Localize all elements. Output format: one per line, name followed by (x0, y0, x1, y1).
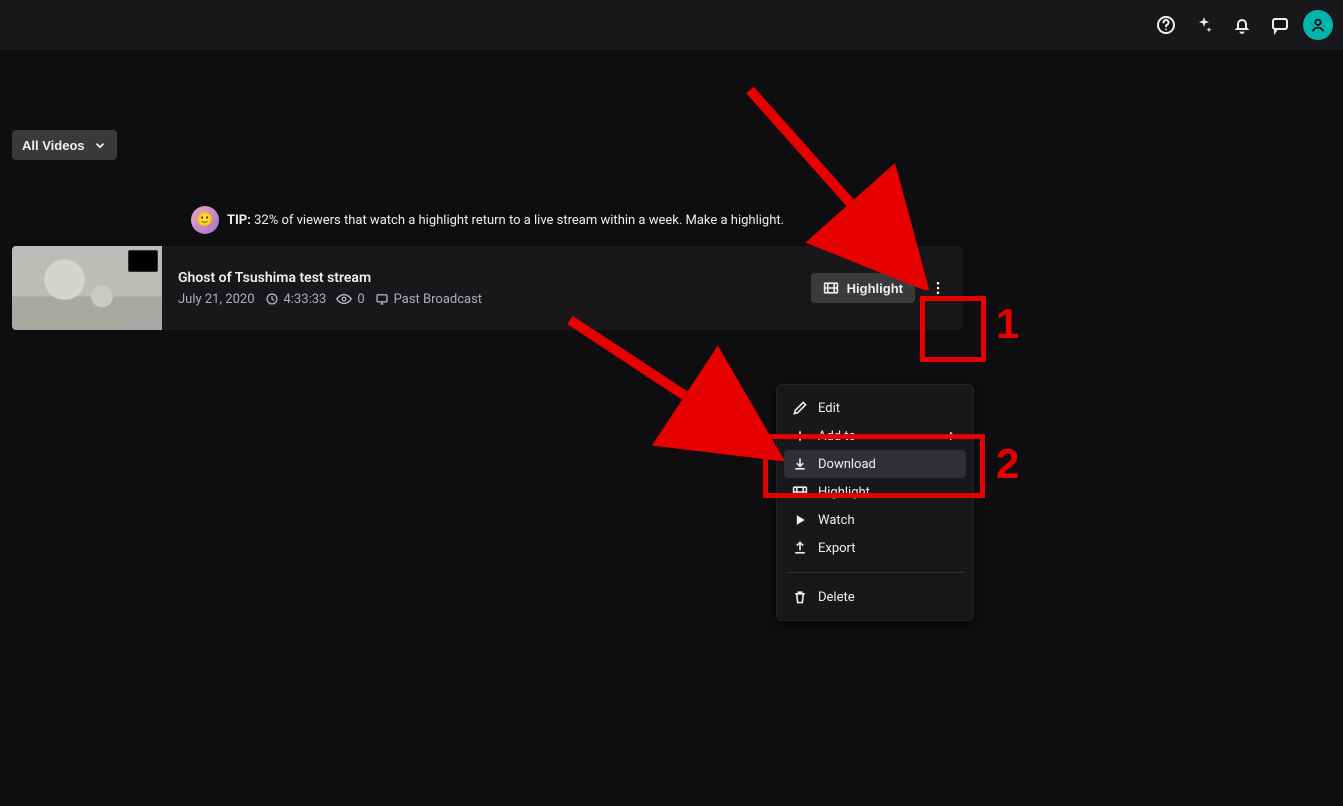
tip-avatar-icon: 🙂 (191, 206, 219, 234)
kebab-icon (930, 280, 946, 296)
video-type: Past Broadcast (394, 292, 482, 307)
chevron-down-icon (93, 138, 107, 152)
sparkle-icon[interactable] (1189, 10, 1219, 40)
menu-item-highlight[interactable]: Highlight (784, 478, 966, 506)
filter-dropdown[interactable]: All Videos (12, 130, 117, 160)
menu-item-label: Export (818, 541, 856, 556)
video-type-seg: Past Broadcast (375, 292, 482, 307)
menu-item-label: Download (818, 457, 876, 472)
chevron-right-icon (946, 430, 958, 442)
play-icon (792, 512, 808, 528)
annotation-label-2: 2 (996, 440, 1019, 488)
tip-body: 32% of viewers that watch a highlight re… (254, 213, 784, 228)
tip-prefix: TIP: (227, 213, 251, 228)
export-icon (792, 540, 808, 556)
plus-icon (792, 428, 808, 444)
annotation-arrow-2 (560, 310, 790, 470)
pencil-icon (792, 400, 808, 416)
broadcast-icon (375, 292, 389, 306)
menu-item-edit[interactable]: Edit (784, 394, 966, 422)
eye-icon (336, 292, 352, 306)
menu-item-label: Highlight (818, 485, 870, 500)
film-icon (823, 280, 839, 296)
profile-avatar[interactable] (1303, 10, 1333, 40)
menu-item-export[interactable]: Export (784, 534, 966, 562)
download-icon (792, 456, 808, 472)
tip-bar: 🙂 TIP: 32% of viewers that watch a highl… (12, 206, 963, 234)
video-meta: July 21, 2020 4:33:33 0 Past Broadcast (178, 292, 795, 307)
trash-icon (792, 589, 808, 605)
filter-label: All Videos (22, 138, 85, 153)
more-options-button[interactable] (923, 273, 953, 303)
menu-item-label: Watch (818, 513, 855, 528)
highlight-button-label: Highlight (847, 281, 903, 296)
top-bar (0, 0, 1343, 50)
annotation-label-1: 1 (996, 300, 1019, 348)
film-icon (792, 484, 808, 500)
tip-text: TIP: 32% of viewers that watch a highlig… (227, 213, 784, 228)
help-icon[interactable] (1151, 10, 1181, 40)
menu-item-label: Edit (818, 401, 840, 416)
menu-item-download[interactable]: Download (784, 450, 966, 478)
menu-item-watch[interactable]: Watch (784, 506, 966, 534)
bell-icon[interactable] (1227, 10, 1257, 40)
video-duration: 4:33:33 (284, 292, 327, 307)
video-views: 0 (357, 292, 364, 307)
menu-separator (786, 572, 964, 573)
menu-item-label: Delete (818, 590, 855, 605)
highlight-button[interactable]: Highlight (811, 273, 915, 303)
video-title: Ghost of Tsushima test stream (178, 270, 795, 286)
menu-item-delete[interactable]: Delete (784, 583, 966, 611)
video-info: Ghost of Tsushima test stream July 21, 2… (162, 270, 811, 307)
menu-item-label: Add to (818, 429, 856, 444)
video-row: Ghost of Tsushima test stream July 21, 2… (12, 246, 963, 330)
content-area: All Videos 🙂 TIP: 32% of viewers that wa… (0, 50, 975, 330)
chat-icon[interactable] (1265, 10, 1295, 40)
video-thumbnail[interactable] (12, 246, 162, 330)
clock-icon (265, 292, 279, 306)
more-options-menu: Edit Add to Download Highlight Watch (776, 384, 974, 621)
video-duration-seg: 4:33:33 (265, 292, 327, 307)
video-views-seg: 0 (336, 292, 364, 307)
video-date: July 21, 2020 (178, 292, 255, 307)
menu-item-add-to[interactable]: Add to (784, 422, 966, 450)
